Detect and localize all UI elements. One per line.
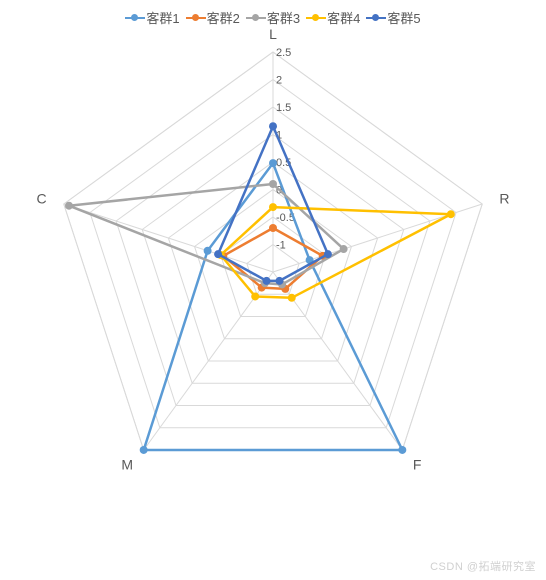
legend-label: 客群1: [146, 8, 179, 27]
radar-chart-container: 客群1客群2客群3客群4客群5 -1-0.500.511.522.5LRFMC …: [0, 0, 546, 580]
svg-text:2.5: 2.5: [276, 47, 291, 59]
legend: 客群1 客群2 客群3 客群4 客群5: [0, 0, 546, 27]
series-point: [140, 446, 148, 454]
svg-text:-1: -1: [276, 240, 286, 252]
legend-item: 客群1: [125, 8, 179, 27]
legend-item: 客群3: [246, 8, 300, 27]
legend-swatch: [306, 17, 326, 19]
legend-label: 客群2: [207, 8, 240, 27]
series-point: [288, 294, 296, 302]
series-point: [269, 159, 277, 167]
legend-swatch: [125, 17, 145, 19]
series-point: [204, 247, 212, 255]
axis-label: F: [413, 457, 422, 473]
axis-label: R: [499, 190, 509, 206]
series-point: [269, 180, 277, 188]
legend-item: 客群4: [306, 8, 360, 27]
axis-label: M: [121, 457, 133, 473]
svg-text:1.5: 1.5: [276, 102, 291, 114]
series-point: [340, 245, 348, 253]
series-point: [269, 224, 277, 232]
series-point: [398, 446, 406, 454]
legend-label: 客群4: [327, 8, 360, 27]
series-point: [447, 210, 455, 218]
axis-label: L: [269, 27, 277, 42]
series-point: [269, 203, 277, 211]
series-point: [251, 292, 259, 300]
legend-item: 客群5: [366, 8, 420, 27]
legend-swatch: [246, 17, 266, 19]
radar-svg: -1-0.500.511.522.5LRFMC: [0, 27, 546, 567]
legend-swatch: [186, 17, 206, 19]
legend-label: 客群5: [387, 8, 420, 27]
series-point: [275, 277, 283, 285]
series-point: [263, 277, 271, 285]
legend-item: 客群2: [186, 8, 240, 27]
svg-text:2: 2: [276, 75, 282, 87]
watermark: CSDN @拓端研究室: [430, 558, 536, 574]
legend-swatch: [366, 17, 386, 19]
series-point: [65, 202, 73, 210]
series-point: [269, 122, 277, 130]
legend-label: 客群3: [267, 8, 300, 27]
series-point: [214, 250, 222, 258]
axis-label: C: [37, 190, 47, 206]
series-point: [324, 250, 332, 258]
